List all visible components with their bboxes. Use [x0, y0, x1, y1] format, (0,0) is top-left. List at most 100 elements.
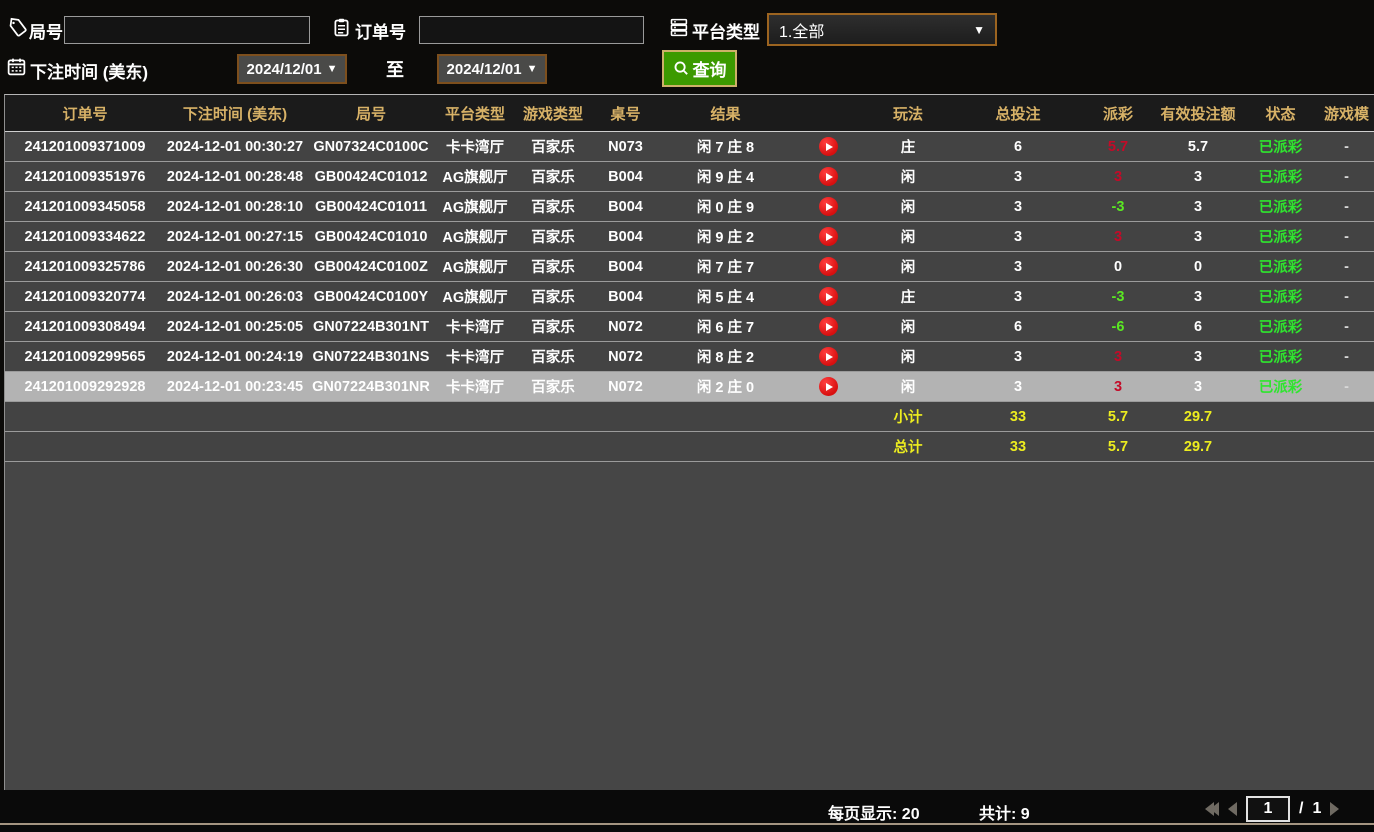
server-icon — [668, 17, 689, 38]
column-header-round[interactable]: 局号 — [305, 103, 437, 124]
cell-platform: 卡卡湾厅 — [437, 316, 513, 337]
cell-bettype: 小计 — [863, 406, 953, 427]
cell-payout: 0 — [1083, 259, 1153, 275]
cell-payout: 5.7 — [1083, 139, 1153, 155]
next-page-button[interactable] — [1330, 802, 1339, 816]
filter-bar: 局号 订单号 平台类型 1.全部 ▼ 下注时间 (美东) 2024/12/01 … — [0, 0, 1374, 94]
cell-status: 已派彩 — [1243, 166, 1318, 187]
cell-valid: 3 — [1153, 379, 1243, 395]
cell-result: 闲 5 庄 4 — [658, 286, 793, 307]
column-header-payout[interactable]: 派彩 — [1083, 103, 1153, 124]
calendar-icon — [6, 56, 27, 77]
play-video-button[interactable] — [819, 377, 838, 396]
date-to-value: 2024/12/01 — [447, 61, 522, 78]
play-video-button[interactable] — [819, 167, 838, 186]
cell-time: 2024-12-01 00:24:19 — [165, 349, 305, 365]
first-page-button[interactable] — [1205, 802, 1219, 816]
cell-play — [793, 227, 863, 246]
cell-valid: 3 — [1153, 199, 1243, 215]
play-video-button[interactable] — [819, 137, 838, 156]
cell-round: GB00424C01011 — [305, 199, 437, 215]
page-number-input[interactable] — [1246, 796, 1290, 822]
cell-platform: AG旗舰厅 — [437, 286, 513, 307]
cell-valid: 29.7 — [1153, 409, 1243, 425]
column-header-total[interactable]: 总投注 — [953, 103, 1083, 124]
play-video-button[interactable] — [819, 317, 838, 336]
column-header-bettype[interactable]: 玩法 — [863, 103, 953, 124]
cell-platform: 卡卡湾厅 — [437, 136, 513, 157]
cell-mode: - — [1318, 199, 1374, 215]
cell-game: 百家乐 — [513, 376, 593, 397]
cell-play — [793, 347, 863, 366]
play-video-button[interactable] — [819, 257, 838, 276]
subtotal-row[interactable]: 小计335.729.7 — [5, 402, 1374, 432]
cell-bettype: 庄 — [863, 286, 953, 307]
cell-total: 3 — [953, 379, 1083, 395]
column-header-result[interactable]: 结果 — [658, 103, 793, 124]
table-row[interactable]: 2412010093450582024-12-01 00:28:10GB0042… — [5, 192, 1374, 222]
table-row[interactable]: 2412010093519762024-12-01 00:28:48GB0042… — [5, 162, 1374, 192]
table-row[interactable]: 2412010092929282024-12-01 00:23:45GN0722… — [5, 372, 1374, 402]
column-header-order[interactable]: 订单号 — [5, 103, 165, 124]
chevron-down-icon: ▼ — [973, 23, 985, 37]
total-count-value: 9 — [1021, 806, 1030, 823]
cell-round: GN07324C0100C — [305, 139, 437, 155]
play-video-button[interactable] — [819, 197, 838, 216]
platform-type-select[interactable]: 1.全部 ▼ — [767, 13, 997, 46]
query-button[interactable]: 查询 — [662, 50, 737, 87]
cell-game: 百家乐 — [513, 286, 593, 307]
column-header-game[interactable]: 游戏类型 — [513, 103, 593, 124]
cell-mode: - — [1318, 289, 1374, 305]
table-row[interactable]: 2412010092995652024-12-01 00:24:19GN0722… — [5, 342, 1374, 372]
cell-result: 闲 2 庄 0 — [658, 376, 793, 397]
cell-tableno: N073 — [593, 139, 658, 155]
table-row[interactable]: 2412010093346222024-12-01 00:27:15GB0042… — [5, 222, 1374, 252]
total-pages: 1 — [1312, 800, 1321, 818]
platform-type-selected: 1.全部 — [779, 18, 973, 42]
column-header-time[interactable]: 下注时间 (美东) — [165, 103, 305, 124]
cell-play — [793, 377, 863, 396]
cell-platform: 卡卡湾厅 — [437, 346, 513, 367]
table-row[interactable]: 2412010093257862024-12-01 00:26:30GB0042… — [5, 252, 1374, 282]
order-id-input[interactable] — [419, 16, 644, 44]
cell-valid: 3 — [1153, 229, 1243, 245]
cell-valid: 5.7 — [1153, 139, 1243, 155]
play-video-button[interactable] — [819, 227, 838, 246]
column-header-status[interactable]: 状态 — [1243, 103, 1318, 124]
cell-status: 已派彩 — [1243, 316, 1318, 337]
column-header-tableno[interactable]: 桌号 — [593, 103, 658, 124]
cell-play — [793, 137, 863, 156]
play-video-button[interactable] — [819, 287, 838, 306]
column-header-mode[interactable]: 游戏模 — [1318, 103, 1374, 124]
column-header-platform[interactable]: 平台类型 — [437, 103, 513, 124]
cell-total: 3 — [953, 229, 1083, 245]
date-to-picker[interactable]: 2024/12/01 ▼ — [437, 54, 547, 84]
tag-icon — [6, 17, 27, 38]
cell-payout: 3 — [1083, 379, 1153, 395]
cell-payout: 3 — [1083, 169, 1153, 185]
cell-platform: AG旗舰厅 — [437, 196, 513, 217]
play-icon — [826, 233, 833, 241]
cell-play — [793, 317, 863, 336]
column-header-valid[interactable]: 有效投注额 — [1153, 103, 1243, 124]
cell-order: 241201009325786 — [5, 259, 165, 275]
play-video-button[interactable] — [819, 347, 838, 366]
cell-tableno: N072 — [593, 379, 658, 395]
cell-valid: 6 — [1153, 319, 1243, 335]
cell-bettype: 闲 — [863, 346, 953, 367]
play-icon — [826, 293, 833, 301]
cell-game: 百家乐 — [513, 316, 593, 337]
table-row[interactable]: 2412010093710092024-12-01 00:30:27GN0732… — [5, 132, 1374, 162]
cell-tableno: N072 — [593, 319, 658, 335]
total-row[interactable]: 总计335.729.7 — [5, 432, 1374, 462]
cell-order: 241201009351976 — [5, 169, 165, 185]
table-row[interactable]: 2412010093084942024-12-01 00:25:05GN0722… — [5, 312, 1374, 342]
round-id-input[interactable] — [64, 16, 310, 44]
table-empty-area — [5, 462, 1374, 790]
total-count-text: 共计: 9 — [979, 800, 1030, 824]
table-row[interactable]: 2412010093207742024-12-01 00:26:03GB0042… — [5, 282, 1374, 312]
date-from-picker[interactable]: 2024/12/01 ▼ — [237, 54, 347, 84]
platform-type-label: 平台类型 — [692, 18, 760, 43]
prev-page-button[interactable] — [1228, 802, 1237, 816]
date-from-value: 2024/12/01 — [247, 61, 322, 78]
